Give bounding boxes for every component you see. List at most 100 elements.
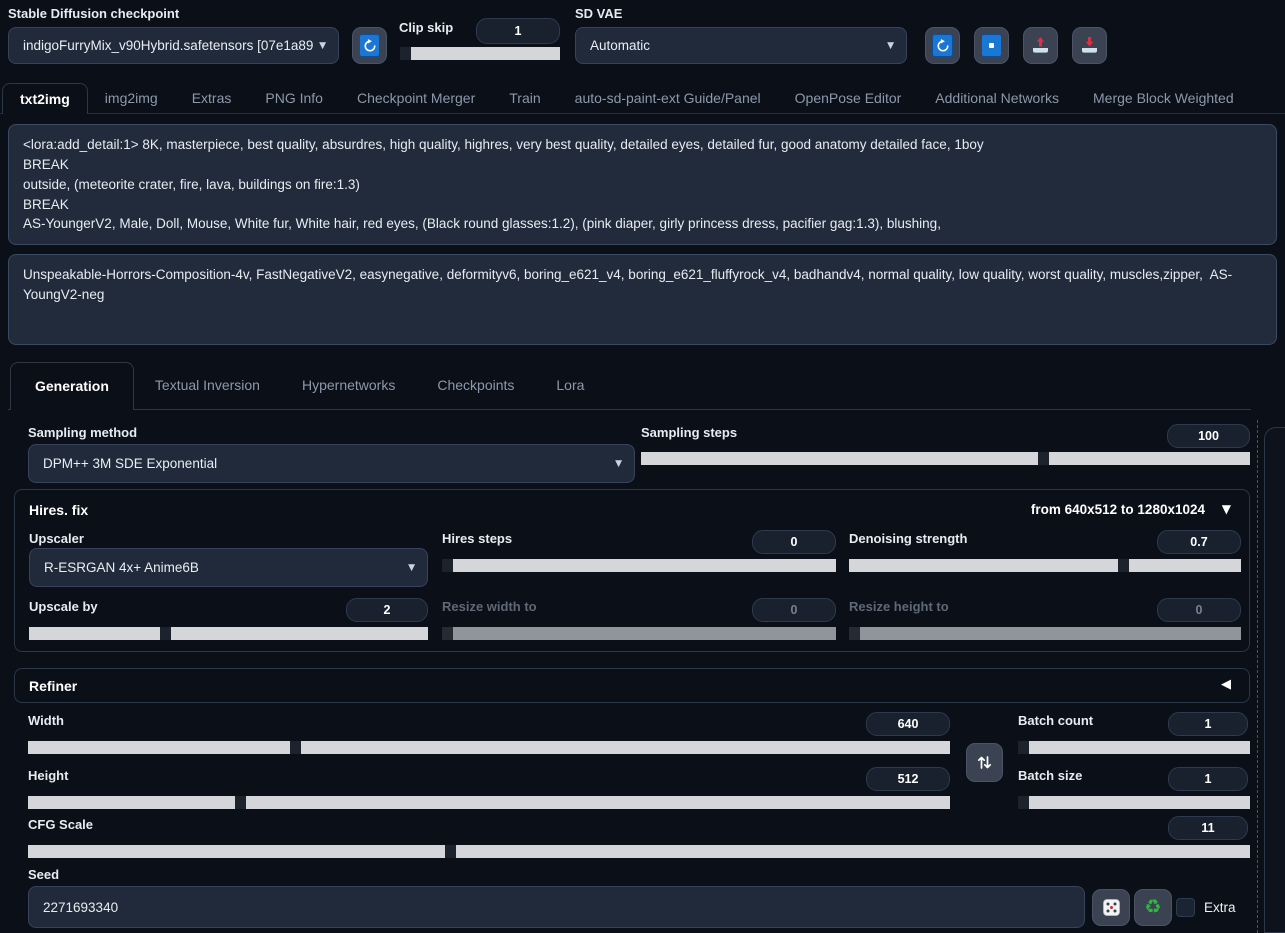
slider-thumb[interactable] (1018, 741, 1029, 754)
sampling-steps-input[interactable] (1167, 424, 1250, 448)
clip-skip-label: Clip skip (399, 20, 453, 35)
export-settings-button[interactable] (1023, 27, 1058, 64)
tab-textual-inversion[interactable]: Textual Inversion (134, 362, 281, 409)
tab-auto-sd-paint-ext[interactable]: auto-sd-paint-ext Guide/Panel (558, 83, 778, 113)
save-settings-button[interactable] (974, 27, 1009, 64)
tab-lora[interactable]: Lora (535, 362, 605, 409)
width-slider[interactable] (28, 741, 950, 754)
refresh-icon (359, 34, 380, 57)
tab-generation[interactable]: Generation (10, 362, 134, 410)
inbox-tray-icon (1079, 35, 1100, 56)
batch-count-input[interactable] (1168, 712, 1248, 736)
outbox-tray-icon (1030, 35, 1051, 56)
height-slider[interactable] (28, 796, 950, 809)
tab-checkpoints[interactable]: Checkpoints (416, 362, 535, 409)
checkpoint-dropdown[interactable]: indigoFurryMix_v90Hybrid.safetensors [07… (8, 27, 339, 64)
cfg-scale-input[interactable] (1168, 816, 1248, 840)
refresh-vae-button[interactable] (925, 27, 960, 64)
batch-size-slider[interactable] (1018, 796, 1250, 809)
resize-width-input (752, 598, 836, 622)
swap-arrows-icon (975, 753, 994, 772)
slider-thumb[interactable] (160, 627, 171, 640)
batch-size-input[interactable] (1168, 767, 1248, 791)
slider-thumb[interactable] (235, 796, 246, 809)
sampling-method-label: Sampling method (28, 425, 137, 440)
width-input[interactable] (866, 712, 950, 736)
refiner-collapse-icon[interactable]: ◀ (1221, 677, 1231, 692)
tab-checkpoint-merger[interactable]: Checkpoint Merger (340, 83, 492, 113)
slider-thumb[interactable] (1118, 559, 1129, 572)
sampling-steps-slider[interactable] (641, 452, 1250, 465)
negative-prompt-input[interactable]: Unspeakable-Horrors-Composition-4v, Fast… (8, 254, 1277, 345)
denoising-strength-label: Denoising strength (849, 531, 967, 546)
slider-thumb (849, 627, 860, 640)
refresh-checkpoint-button[interactable] (352, 27, 387, 64)
checkpoint-value: indigoFurryMix_v90Hybrid.safetensors [07… (23, 38, 313, 53)
sd-vae-label: SD VAE (575, 6, 622, 21)
hires-fix-title: Hires. fix (29, 502, 88, 518)
sd-vae-value: Automatic (590, 38, 650, 53)
seed-input[interactable] (28, 886, 1085, 928)
tab-txt2img[interactable]: txt2img (2, 83, 88, 114)
prompt-input[interactable]: <lora:add_detail:1> 8K, masterpiece, bes… (8, 124, 1277, 245)
reuse-seed-button[interactable]: ♻ (1134, 889, 1172, 926)
resize-height-input (1157, 598, 1241, 622)
tab-png-info[interactable]: PNG Info (248, 83, 340, 113)
column-resize-handle[interactable] (1257, 420, 1258, 933)
tab-train[interactable]: Train (492, 83, 557, 113)
tab-additional-networks[interactable]: Additional Networks (918, 83, 1076, 113)
hires-fix-panel: Hires. fix from 640x512 to 1280x1024 ▼ U… (14, 489, 1250, 652)
tab-merge-block-weighted[interactable]: Merge Block Weighted (1076, 83, 1251, 113)
tab-openpose-editor[interactable]: OpenPose Editor (778, 83, 919, 113)
results-panel-edge (1264, 427, 1285, 933)
seed-label: Seed (28, 867, 59, 882)
refiner-panel[interactable]: Refiner ◀ (14, 668, 1250, 703)
tab-hypernetworks[interactable]: Hypernetworks (281, 362, 416, 409)
sampling-method-dropdown[interactable]: DPM++ 3M SDE Exponential ▼ (28, 444, 635, 483)
upscaler-dropdown[interactable]: R-ESRGAN 4x+ Anime6B ▼ (29, 548, 428, 587)
extra-seed-checkbox[interactable] (1176, 898, 1195, 917)
hires-steps-slider[interactable] (442, 559, 836, 572)
upscaler-label: Upscaler (29, 531, 84, 546)
stable-diffusion-webui: Stable Diffusion checkpoint indigoFurryM… (0, 0, 1285, 933)
slider-thumb[interactable] (400, 47, 411, 60)
main-tab-bar: txt2img img2img Extras PNG Info Checkpoi… (0, 84, 1285, 114)
clip-skip-input[interactable] (476, 18, 560, 44)
hires-resolution-note: from 640x512 to 1280x1024 (1031, 502, 1205, 517)
denoising-strength-input[interactable] (1157, 530, 1241, 554)
slider-thumb[interactable] (290, 741, 301, 754)
swap-dimensions-button[interactable] (966, 743, 1003, 782)
recycle-icon: ♻ (1144, 898, 1161, 917)
cfg-scale-label: CFG Scale (28, 817, 93, 832)
clip-skip-slider[interactable] (400, 47, 560, 60)
slider-thumb[interactable] (1018, 796, 1029, 809)
upscaler-value: R-ESRGAN 4x+ Anime6B (44, 560, 199, 575)
refiner-title: Refiner (29, 678, 77, 694)
sampling-steps-label: Sampling steps (641, 425, 737, 440)
tab-extras[interactable]: Extras (175, 83, 249, 113)
height-input[interactable] (866, 767, 950, 791)
upscale-by-slider[interactable] (29, 627, 428, 640)
sampling-method-value: DPM++ 3M SDE Exponential (43, 456, 217, 471)
sd-vae-dropdown[interactable]: Automatic ▼ (575, 27, 907, 64)
slider-thumb (442, 627, 453, 640)
batch-count-slider[interactable] (1018, 741, 1250, 754)
slider-thumb[interactable] (442, 559, 453, 572)
denoising-strength-slider[interactable] (849, 559, 1241, 572)
hires-collapse-icon[interactable]: ▼ (1222, 502, 1231, 516)
resize-width-slider (442, 627, 836, 640)
upscale-by-input[interactable] (346, 598, 428, 622)
slider-thumb[interactable] (445, 845, 456, 858)
import-settings-button[interactable] (1072, 27, 1107, 64)
random-seed-button[interactable] (1092, 889, 1130, 926)
chevron-down-icon: ▼ (615, 458, 622, 468)
cfg-scale-slider[interactable] (28, 845, 1250, 858)
tab-img2img[interactable]: img2img (88, 83, 175, 113)
width-label: Width (28, 713, 64, 728)
hires-steps-input[interactable] (752, 530, 836, 554)
batch-count-label: Batch count (1018, 713, 1093, 728)
batch-size-label: Batch size (1018, 768, 1082, 783)
resize-width-label: Resize width to (442, 599, 537, 614)
upscale-by-label: Upscale by (29, 599, 98, 614)
slider-thumb[interactable] (1038, 452, 1049, 465)
